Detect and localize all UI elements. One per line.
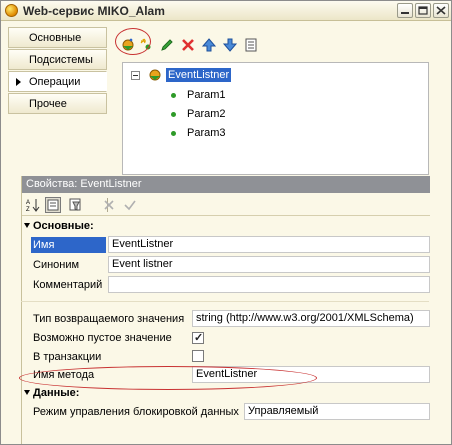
highlight-circle (115, 28, 151, 55)
operation-icon (149, 69, 161, 81)
synonym-field[interactable]: Event listner (108, 256, 430, 273)
sort-alphabetical-icon[interactable]: AZ (25, 197, 41, 213)
side-tabs: Основные Подсистемы Операции Прочее (8, 27, 107, 115)
row-divider (21, 301, 429, 302)
window-title: Web-сервис MIKO_Alam (23, 4, 165, 18)
tab-label: Подсистемы (29, 54, 93, 66)
section-expand-icon (24, 223, 30, 228)
tab-label: Прочее (29, 98, 67, 110)
tree-item-label: Param2 (187, 108, 226, 120)
delete-icon[interactable] (180, 37, 196, 53)
tab-subsystems[interactable]: Подсистемы (8, 49, 107, 70)
svg-text:Z: Z (26, 207, 30, 213)
tab-label: Операции (29, 76, 81, 88)
parameter-icon (171, 93, 176, 98)
collapse-toggle-icon[interactable] (131, 71, 140, 80)
active-tab-arrow-icon (16, 78, 21, 86)
properties-panel: Свойства: EventListner AZ Основные: Имя (21, 176, 430, 444)
properties-toolbar: AZ (22, 194, 430, 216)
lock-mode-field[interactable]: Управляемый (244, 403, 430, 420)
cancel-icon[interactable] (101, 197, 117, 213)
tree-item-label: Param1 (187, 89, 226, 101)
confirm-icon[interactable] (122, 197, 138, 213)
tab-label: Основные (29, 32, 82, 44)
tab-operations[interactable]: Операции (8, 71, 107, 92)
tab-basic[interactable]: Основные (8, 27, 107, 48)
section-label: Данные: (33, 387, 80, 399)
web-service-window: Web-сервис MIKO_Alam Основные Подсистемы… (0, 0, 452, 445)
list-icon[interactable] (243, 37, 259, 53)
svg-text:A: A (26, 200, 30, 206)
transaction-label: В транзакции (33, 351, 102, 363)
section-label: Основные: (33, 220, 94, 232)
nullable-label: Возможно пустое значение (33, 332, 172, 344)
parameter-icon (171, 131, 176, 136)
comment-field[interactable] (108, 276, 430, 293)
tab-other[interactable]: Прочее (8, 93, 107, 114)
tree-root-item[interactable]: EventListner (166, 68, 232, 82)
checkmark-icon: ✓ (194, 332, 204, 344)
synonym-label: Синоним (33, 259, 80, 271)
web-service-icon (5, 4, 18, 17)
minimize-button[interactable] (397, 3, 413, 18)
restore-button[interactable] (415, 3, 431, 18)
section-basic[interactable]: Основные: (24, 220, 94, 232)
comment-label: Комментарий (33, 279, 103, 291)
properties-header: Свойства: EventListner (22, 176, 430, 193)
section-data[interactable]: Данные: (24, 387, 79, 399)
move-up-icon[interactable] (201, 37, 217, 53)
close-button[interactable] (433, 3, 449, 18)
section-expand-icon (24, 390, 30, 395)
edit-icon[interactable] (159, 37, 175, 53)
transaction-checkbox[interactable] (192, 350, 204, 362)
highlight-ellipse (19, 366, 317, 390)
categorized-view-icon[interactable] (45, 197, 61, 213)
lock-mode-label: Режим управления блокировкой данных (33, 406, 239, 418)
name-field[interactable]: EventListner (108, 236, 430, 253)
return-type-label: Тип возвращаемого значения (33, 313, 185, 325)
return-type-field[interactable]: string (http://www.w3.org/2001/XMLSchema… (192, 310, 430, 327)
tree-item-label: Param3 (187, 127, 226, 139)
name-label: Имя (31, 237, 106, 253)
title-bar: Web-сервис MIKO_Alam (1, 1, 451, 21)
nullable-checkbox[interactable]: ✓ (192, 332, 204, 344)
move-down-icon[interactable] (222, 37, 238, 53)
operations-tree[interactable]: EventListner Param1 Param2 Param3 (122, 62, 429, 175)
parameter-icon (171, 112, 176, 117)
filter-icon[interactable] (67, 197, 83, 213)
